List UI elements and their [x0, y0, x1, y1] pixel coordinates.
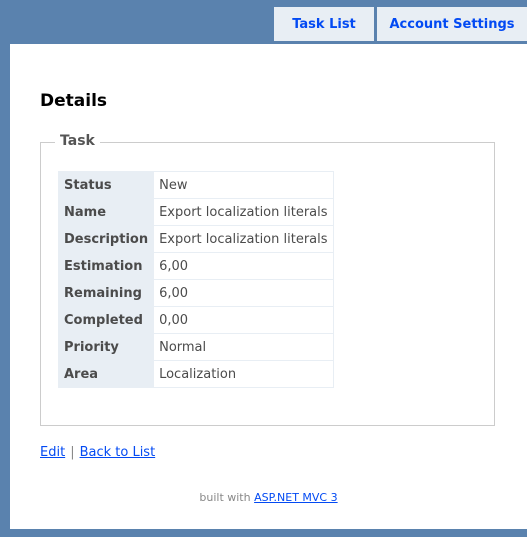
table-row: Description Export localization literals [57, 225, 334, 253]
row-value-area: Localization [153, 360, 334, 388]
row-value-name: Export localization literals [153, 198, 334, 226]
row-value-status: New [153, 171, 334, 199]
row-label-description: Description [57, 225, 155, 253]
row-label-status: Status [57, 171, 155, 199]
table-row: Status New [57, 171, 334, 199]
action-links: Edit | Back to List [40, 445, 155, 460]
table-row: Estimation 6,00 [57, 252, 334, 280]
row-label-area: Area [57, 360, 155, 388]
page-title: Details [40, 91, 108, 111]
back-to-list-link[interactable]: Back to List [80, 445, 156, 460]
table-row: Remaining 6,00 [57, 279, 334, 307]
table-row: Name Export localization literals [57, 198, 334, 226]
fieldset-legend: Task [55, 133, 100, 149]
table-row: Priority Normal [57, 333, 334, 361]
table-row: Area Localization [57, 360, 334, 388]
main-menu: Task List Account Settings [270, 7, 527, 41]
row-value-priority: Normal [153, 333, 334, 361]
tab-task-list[interactable]: Task List [274, 7, 374, 41]
row-label-estimation: Estimation [57, 252, 155, 280]
row-label-priority: Priority [57, 333, 155, 361]
row-label-remaining: Remaining [57, 279, 155, 307]
details-table: Status New Name Export localization lite… [57, 171, 334, 388]
footer-link[interactable]: ASP.NET MVC 3 [254, 491, 338, 504]
edit-link[interactable]: Edit [40, 445, 65, 460]
row-value-estimation: 6,00 [153, 252, 334, 280]
row-value-remaining: 6,00 [153, 279, 334, 307]
footer: built with ASP.NET MVC 3 [10, 491, 527, 504]
table-row: Completed 0,00 [57, 306, 334, 334]
row-label-name: Name [57, 198, 155, 226]
tab-account-settings[interactable]: Account Settings [377, 7, 527, 41]
link-separator: | [70, 445, 75, 460]
task-fieldset: Task Status New Name Export localization… [40, 133, 495, 426]
row-value-description: Export localization literals [153, 225, 334, 253]
footer-text: built with [199, 491, 251, 504]
row-value-completed: 0,00 [153, 306, 334, 334]
row-label-completed: Completed [57, 306, 155, 334]
main-content: Details Task Status New Name Export loca… [10, 44, 527, 529]
